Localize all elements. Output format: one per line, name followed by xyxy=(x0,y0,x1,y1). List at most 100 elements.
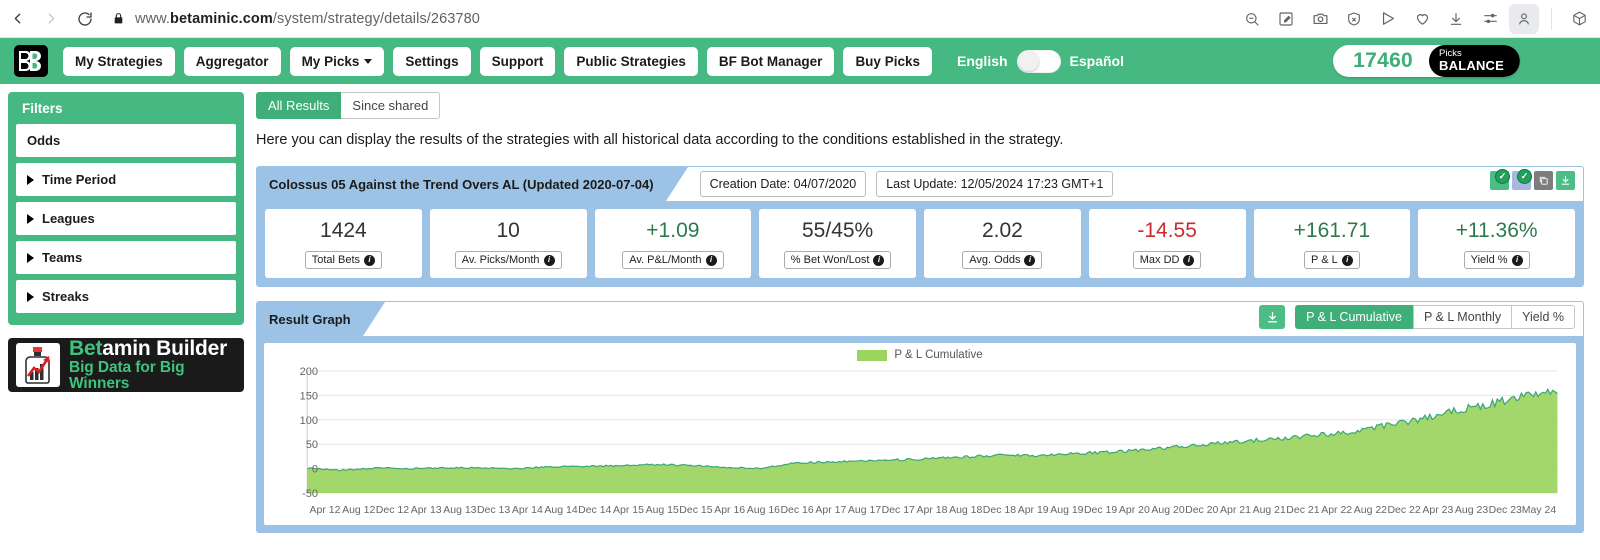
info-icon[interactable]: i xyxy=(543,254,555,266)
camera-icon[interactable] xyxy=(1305,4,1335,34)
sidebar-item-leagues[interactable]: Leagues xyxy=(16,202,236,235)
info-icon[interactable]: i xyxy=(705,254,717,266)
info-icon[interactable]: i xyxy=(1024,254,1036,266)
back-arrow-icon[interactable] xyxy=(0,2,34,36)
stat-label-text: % Bet Won/Lost xyxy=(790,254,870,266)
sidebar-item-teams[interactable]: Teams xyxy=(16,241,236,274)
download-icon[interactable] xyxy=(1556,171,1575,190)
svg-text:Aug 15: Aug 15 xyxy=(646,504,679,516)
nav-item-settings[interactable]: Settings xyxy=(393,46,471,76)
download-icon[interactable] xyxy=(1441,4,1471,34)
stat-label-text: Total Bets xyxy=(311,254,361,266)
info-icon[interactable]: i xyxy=(1511,254,1523,266)
nav-label: Settings xyxy=(405,53,459,69)
info-icon[interactable]: i xyxy=(1183,254,1195,266)
svg-text:Apr 12: Apr 12 xyxy=(310,504,341,516)
results-tabs: All Results Since shared xyxy=(256,92,1584,119)
nav-item-my-picks[interactable]: My Picks xyxy=(289,46,385,76)
reload-icon[interactable] xyxy=(68,2,102,36)
stat-value: +1.09 xyxy=(646,219,700,242)
nav-item-buy-picks[interactable]: Buy Picks xyxy=(843,46,932,76)
nav-item-bf-bot-manager[interactable]: BF Bot Manager xyxy=(706,46,835,76)
verified-blue-icon[interactable]: ✓ xyxy=(1512,169,1532,190)
graph-controls: P & L Cumulative P & L Monthly Yield % xyxy=(1259,305,1575,329)
svg-text:Aug 12: Aug 12 xyxy=(342,504,375,516)
betaminic-bb-logo[interactable] xyxy=(14,45,48,77)
tab-pl-monthly[interactable]: P & L Monthly xyxy=(1412,305,1513,329)
tab-since-shared[interactable]: Since shared xyxy=(341,92,441,119)
main-content: All Results Since shared Here you can di… xyxy=(252,84,1600,560)
extension-cube-icon[interactable] xyxy=(1564,4,1594,34)
copy-icon[interactable] xyxy=(1534,171,1553,190)
verified-green-icon[interactable]: ✓ xyxy=(1490,169,1510,190)
forward-arrow-icon[interactable] xyxy=(34,2,68,36)
svg-text:Aug 22: Aug 22 xyxy=(1354,504,1387,516)
svg-text:Apr 15: Apr 15 xyxy=(613,504,644,516)
svg-text:Apr 23: Apr 23 xyxy=(1422,504,1453,516)
chart-labels: 200150100500-50Apr 12 Aug 12 Dec 12 Apr 13 A… xyxy=(300,366,1557,516)
stat-label-text: Av. P&L/Month xyxy=(629,254,702,266)
info-icon[interactable]: i xyxy=(1341,254,1353,266)
nav-item-public-strategies[interactable]: Public Strategies xyxy=(564,46,698,76)
page-description: Here you can display the results of the … xyxy=(256,132,1064,148)
shield-icon[interactable] xyxy=(1339,4,1369,34)
toggle-knob xyxy=(1018,51,1039,71)
svg-text:100: 100 xyxy=(300,415,318,427)
strategy-title: Colossus 05 Against the Trend Overs AL (… xyxy=(257,167,688,201)
zoom-out-icon[interactable] xyxy=(1237,4,1267,34)
nav-item-my-strategies[interactable]: My Strategies xyxy=(63,46,175,76)
stat-value: +161.71 xyxy=(1293,219,1371,242)
creation-date-chip: Creation Date: 04/07/2020 xyxy=(699,171,867,197)
nav-label: My Picks xyxy=(301,53,360,69)
svg-text:50: 50 xyxy=(306,439,318,451)
stat-label[interactable]: Av. P&L/Month i xyxy=(622,251,724,269)
stat-label[interactable]: Avg. Odds i xyxy=(962,251,1043,269)
stat-label-text: Avg. Odds xyxy=(969,254,1021,266)
nav-item-support[interactable]: Support xyxy=(479,46,556,76)
profile-icon[interactable] xyxy=(1509,3,1539,34)
stat-label[interactable]: Av. Picks/Month i xyxy=(454,251,562,269)
check-badge: ✓ xyxy=(1495,169,1510,184)
stat-value: 10 xyxy=(496,219,520,242)
svg-text:Dec 19: Dec 19 xyxy=(1084,504,1117,516)
page-body: Filters Odds Time Period Leagues Teams S… xyxy=(0,84,1600,560)
stat-label[interactable]: % Bet Won/Lost i xyxy=(783,251,892,269)
nav-item-aggregator[interactable]: Aggregator xyxy=(183,46,281,76)
stat-label[interactable]: Yield % i xyxy=(1463,251,1530,269)
stat-label[interactable]: Total Bets i xyxy=(304,251,383,269)
chart-box[interactable]: P & L Cumulative 200 150 100 50 0 -50 Apr 12 Au… xyxy=(264,343,1576,525)
language-switcher[interactable]: English Español xyxy=(957,49,1124,73)
svg-text:Apr 19: Apr 19 xyxy=(1018,504,1049,516)
svg-text:Aug 16: Aug 16 xyxy=(747,504,780,516)
heart-icon[interactable] xyxy=(1407,4,1437,34)
download-icon[interactable] xyxy=(1259,305,1286,329)
stat-card-avg-odds: 2.02 Avg. Odds i xyxy=(924,209,1081,278)
language-toggle[interactable] xyxy=(1016,49,1061,73)
tab-yield-pct[interactable]: Yield % xyxy=(1512,305,1575,329)
svg-text:Dec 15: Dec 15 xyxy=(679,504,712,516)
stat-card-yield: +11.36% Yield % i xyxy=(1418,209,1575,278)
tab-all-results[interactable]: All Results xyxy=(256,92,342,119)
settings-sliders-icon[interactable] xyxy=(1475,4,1505,34)
promo-line-2: Big Data for Big Winners xyxy=(69,358,185,392)
promo-banner[interactable]: Betamin Builder Big Data for Big Winners xyxy=(8,338,244,392)
svg-text:Apr 20: Apr 20 xyxy=(1119,504,1150,516)
picks-balance[interactable]: 17460 Picks BALANCE xyxy=(1333,45,1520,77)
stat-label[interactable]: P & Li xyxy=(1304,251,1360,269)
browser-toolbar: www.betaminic.com/system/strategy/detail… xyxy=(0,0,1600,38)
strategy-panel: Colossus 05 Against the Trend Overs AL (… xyxy=(256,166,1584,287)
stat-label[interactable]: Max DD i xyxy=(1132,251,1202,269)
address-bar[interactable]: www.betaminic.com/system/strategy/detail… xyxy=(112,11,1237,27)
sidebar-item-streaks[interactable]: Streaks xyxy=(16,280,236,313)
edit-page-icon[interactable] xyxy=(1271,4,1301,34)
info-icon[interactable]: i xyxy=(364,254,376,266)
svg-text:-50: -50 xyxy=(302,488,318,500)
svg-text:Aug 21: Aug 21 xyxy=(1253,504,1286,516)
svg-text:Apr 17: Apr 17 xyxy=(815,504,846,516)
sidebar-item-time-period[interactable]: Time Period xyxy=(16,163,236,196)
send-icon[interactable] xyxy=(1373,4,1403,34)
info-icon[interactable]: i xyxy=(873,254,885,266)
promo-line-1-b: amin Builder xyxy=(102,338,228,361)
tab-pl-cumulative[interactable]: P & L Cumulative xyxy=(1295,305,1413,329)
sidebar-item-odds[interactable]: Odds xyxy=(16,124,236,157)
